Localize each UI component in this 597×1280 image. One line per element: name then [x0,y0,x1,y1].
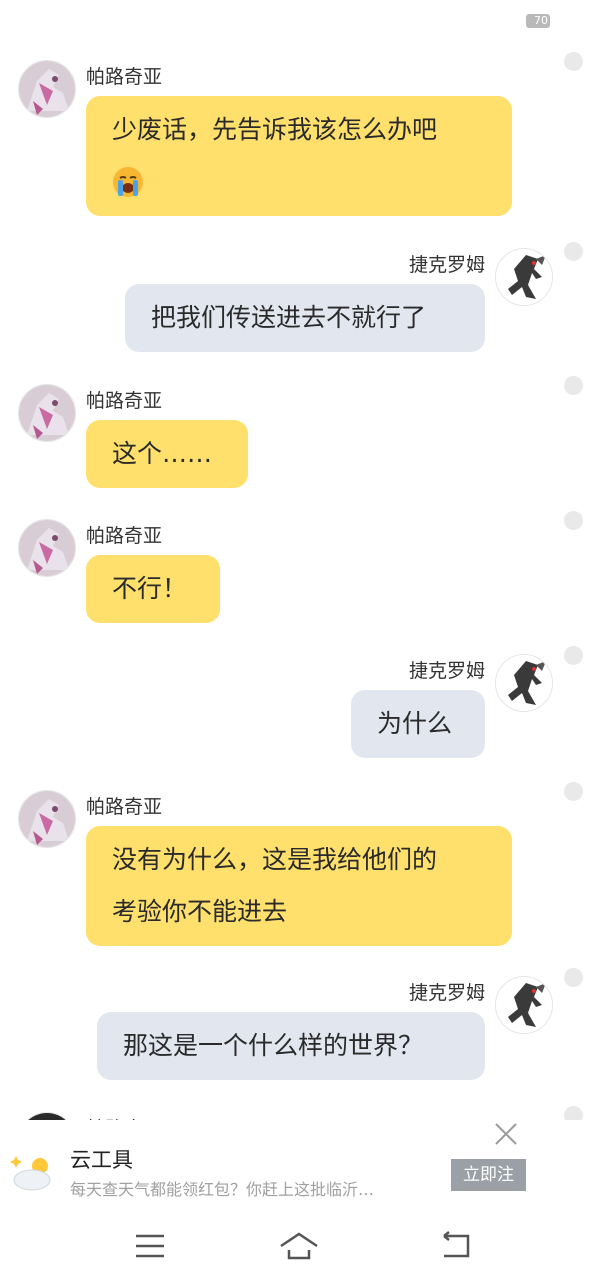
select-dot[interactable] [564,968,583,987]
message-bubble[interactable]: 这个…… [86,420,248,488]
avatar-zekrom[interactable] [495,248,553,306]
sender-name: 捷克罗姆 [408,982,485,1004]
sender-name: 帕路奇亚 [86,525,163,547]
ad-banner[interactable]: 云工具 每天查天气都能领红包？你赶上这批临沂… 立即注 [0,1120,597,1210]
avatar-palkia[interactable] [18,519,76,577]
message-text: 把我们传送进去不就行了 [151,303,427,332]
message-text: 不行！ [112,574,188,603]
message-text: 考验你不能进去 [112,897,288,926]
close-icon[interactable] [494,1122,518,1146]
message-bubble[interactable]: 不行！ [86,555,220,623]
sender-name: 捷克罗姆 [408,254,485,276]
select-dot[interactable] [564,511,583,530]
message-bubble[interactable]: 为什么 [351,690,485,758]
home-icon[interactable] [279,1230,319,1262]
select-dot[interactable] [564,52,583,71]
sender-name: 帕路奇亚 [86,796,163,818]
message-text: 少废话，先告诉我该怎么办吧 [112,115,438,144]
select-dot[interactable] [564,376,583,395]
avatar-palkia[interactable] [18,60,76,118]
message-bubble[interactable]: 没有为什么，这是我给他们的 考验你不能进去 [86,826,512,946]
ad-register-button[interactable]: 立即注 [451,1159,526,1191]
message-bubble[interactable]: 把我们传送进去不就行了 [125,284,485,352]
sender-name: 帕路奇亚 [86,390,163,412]
select-dot[interactable] [564,782,583,801]
sender-name: 帕路奇亚 [86,66,163,88]
message-text: 这个…… [112,439,213,468]
select-dot[interactable] [564,242,583,261]
weather-sun-cloud-icon [10,1152,60,1192]
back-icon[interactable] [436,1230,476,1262]
navigation-bar [0,1210,597,1280]
ad-title: 云工具 [70,1148,133,1172]
select-dot[interactable] [564,646,583,665]
message-text: 没有为什么，这是我给他们的 [112,845,438,874]
message-text: 为什么 [377,709,453,738]
crying-emoji-icon [112,156,486,208]
avatar-zekrom[interactable] [495,976,553,1034]
message-bubble[interactable]: 那这是一个什么样的世界？ [97,1012,485,1080]
sender-name: 捷克罗姆 [408,660,485,682]
menu-icon[interactable] [130,1230,170,1262]
avatar-palkia[interactable] [18,384,76,442]
ad-description: 每天查天气都能领红包？你赶上这批临沂… [70,1180,375,1199]
battery-indicator: 70 [526,14,550,28]
message-text: 那这是一个什么样的世界？ [123,1031,424,1060]
message-bubble[interactable]: 少废话，先告诉我该怎么办吧 [86,96,512,216]
avatar-zekrom[interactable] [495,654,553,712]
avatar-palkia[interactable] [18,790,76,848]
